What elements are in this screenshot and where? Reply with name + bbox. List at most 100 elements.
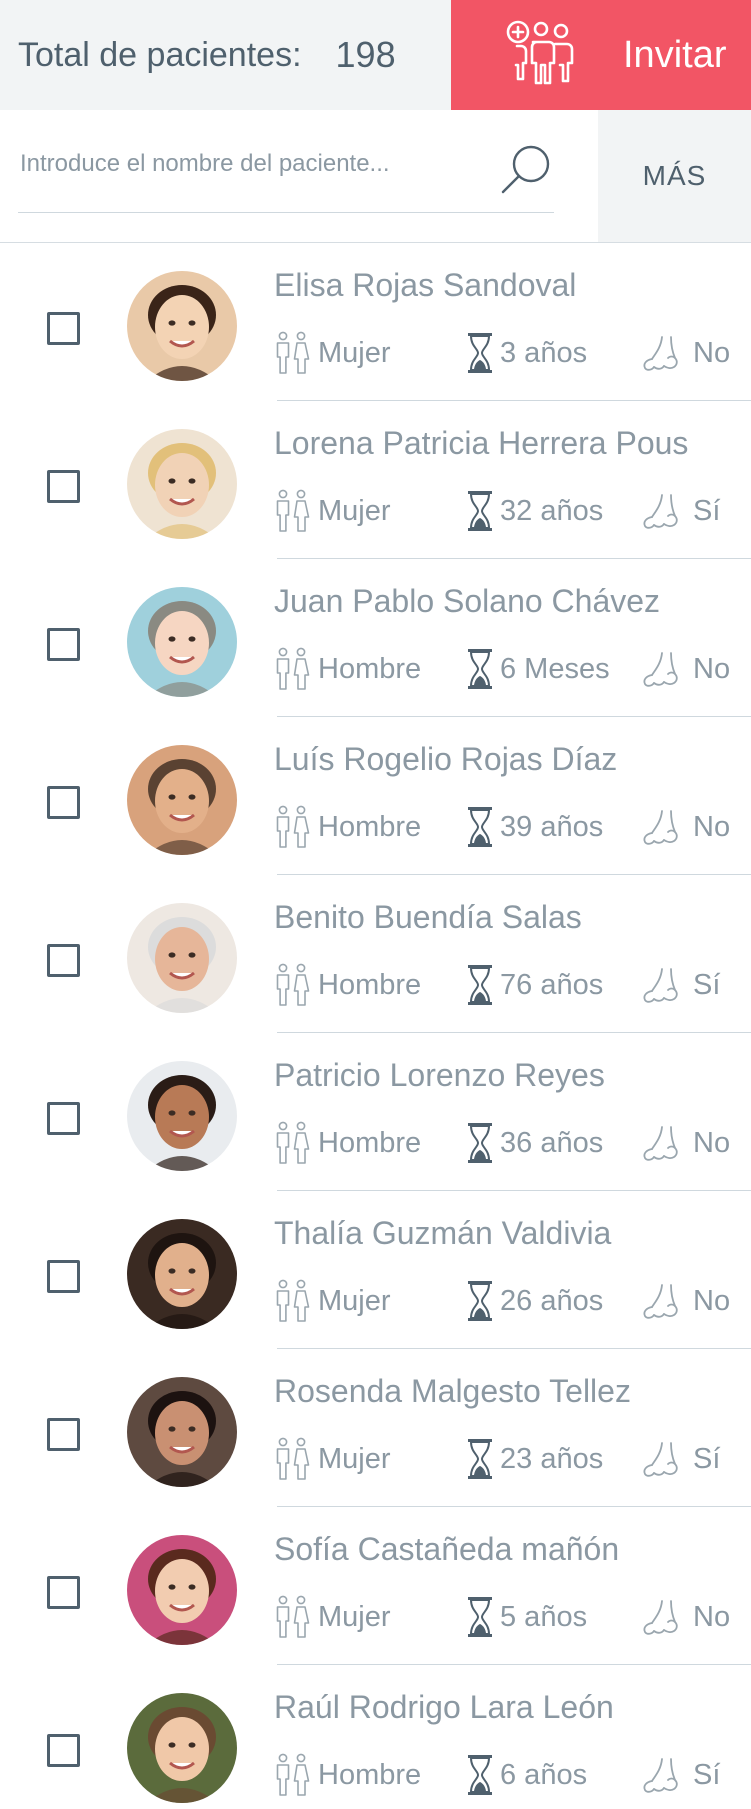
patient-gender: Hombre xyxy=(274,645,421,693)
avatar-photo xyxy=(127,1061,237,1171)
hourglass-icon xyxy=(468,807,492,847)
age-value: 3 años xyxy=(500,336,588,369)
hourglass-icon xyxy=(468,649,492,689)
gender-value: Mujer xyxy=(318,1442,391,1475)
hourglass-icon xyxy=(468,1755,492,1795)
patient-checkbox[interactable] xyxy=(47,1734,80,1767)
nose-icon xyxy=(643,336,678,371)
gender-value: Mujer xyxy=(318,1284,391,1317)
patient-checkbox[interactable] xyxy=(47,628,80,661)
gender-icon xyxy=(276,1279,310,1322)
invite-button[interactable]: Invitar xyxy=(451,0,751,110)
patient-allergy: Sí xyxy=(641,961,720,1009)
patient-checkbox[interactable] xyxy=(47,786,80,819)
gender-value: Mujer xyxy=(318,494,391,527)
gender-icon xyxy=(276,331,310,374)
patient-name: Benito Buendía Salas xyxy=(274,899,582,935)
allergy-value: No xyxy=(693,1284,731,1317)
allergy-value: Sí xyxy=(693,1442,721,1475)
patient-row[interactable]: Thalía Guzmán Valdivia Mujer 26 años No xyxy=(0,1191,751,1349)
patient-name: Raúl Rodrigo Lara León xyxy=(274,1689,614,1725)
hourglass-icon xyxy=(468,491,492,531)
patient-gender: Mujer xyxy=(274,1435,391,1483)
age-value: 23 años xyxy=(500,1442,604,1475)
gender-value: Hombre xyxy=(318,1758,422,1791)
patient-row[interactable]: Sofía Castañeda mañón Mujer 5 años No xyxy=(0,1507,751,1665)
search-field xyxy=(18,110,554,213)
nose-icon xyxy=(643,652,678,687)
hourglass-icon xyxy=(468,1597,492,1637)
allergy-value: No xyxy=(693,810,731,843)
more-button[interactable]: MÁS xyxy=(598,110,751,242)
patient-name: Patricio Lorenzo Reyes xyxy=(274,1057,605,1093)
age-value: 39 años xyxy=(500,810,604,843)
patient-gender: Mujer xyxy=(274,1593,391,1641)
patient-row[interactable]: Elisa Rojas Sandoval Mujer 3 años No xyxy=(0,243,751,401)
add-patients-icon xyxy=(506,20,574,85)
patient-checkbox[interactable] xyxy=(47,1418,80,1451)
search-input[interactable] xyxy=(20,144,490,184)
patient-name: Thalía Guzmán Valdivia xyxy=(274,1215,612,1251)
patient-checkbox[interactable] xyxy=(47,1260,80,1293)
patient-checkbox[interactable] xyxy=(47,944,80,977)
gender-icon xyxy=(276,647,310,690)
patient-age: 6 años xyxy=(466,1751,587,1799)
patient-age: 23 años xyxy=(466,1435,603,1483)
allergy-value: No xyxy=(693,1126,731,1159)
patient-checkbox[interactable] xyxy=(47,312,80,345)
patient-allergy: Sí xyxy=(641,1751,720,1799)
hourglass-icon xyxy=(468,333,492,373)
gender-value: Hombre xyxy=(318,968,422,1001)
hourglass-icon xyxy=(468,965,492,1005)
patient-avatar xyxy=(127,587,237,697)
age-value: 5 años xyxy=(500,1600,588,1633)
patient-allergy: No xyxy=(641,803,730,851)
allergy-value: Sí xyxy=(693,1758,721,1791)
gender-icon xyxy=(276,963,310,1006)
avatar-photo xyxy=(127,587,237,697)
avatar-photo xyxy=(127,271,237,381)
patient-checkbox[interactable] xyxy=(47,1102,80,1135)
patient-age: 76 años xyxy=(466,961,603,1009)
nose-icon xyxy=(643,494,678,529)
age-value: 6 años xyxy=(500,1758,588,1791)
patient-avatar xyxy=(127,1535,237,1645)
nose-icon xyxy=(643,1600,678,1635)
allergy-value: No xyxy=(693,336,731,369)
patient-avatar xyxy=(127,903,237,1013)
patient-row[interactable]: Rosenda Malgesto Tellez Mujer 23 años Sí xyxy=(0,1349,751,1507)
patient-name: Sofía Castañeda mañón xyxy=(274,1531,620,1567)
gender-icon xyxy=(276,805,310,848)
patient-row[interactable]: Lorena Patricia Herrera Pous Mujer 32 añ… xyxy=(0,401,751,559)
allergy-value: Sí xyxy=(693,494,721,527)
hourglass-icon xyxy=(468,1439,492,1479)
age-value: 26 años xyxy=(500,1284,604,1317)
patient-checkbox[interactable] xyxy=(47,1576,80,1609)
hourglass-icon xyxy=(468,1123,492,1163)
patient-gender: Mujer xyxy=(274,1277,391,1325)
patient-gender: Hombre xyxy=(274,1119,421,1167)
age-value: 36 años xyxy=(500,1126,604,1159)
search-icon[interactable] xyxy=(500,142,554,196)
patient-avatar xyxy=(127,1693,237,1803)
patient-gender: Mujer xyxy=(274,487,391,535)
nose-icon xyxy=(643,1758,678,1793)
gender-icon xyxy=(276,489,310,532)
patient-row[interactable]: Juan Pablo Solano Chávez Hombre 6 Meses xyxy=(0,559,751,717)
patient-avatar xyxy=(127,1061,237,1171)
patient-age: 5 años xyxy=(466,1593,587,1641)
patient-row[interactable]: Benito Buendía Salas Hombre 76 años Sí xyxy=(0,875,751,1033)
nose-icon xyxy=(643,968,678,1003)
invite-label: Invitar xyxy=(623,33,727,76)
patient-row[interactable]: Patricio Lorenzo Reyes Hombre 36 años No xyxy=(0,1033,751,1191)
patient-gender: Hombre xyxy=(274,803,421,851)
avatar-photo xyxy=(127,1535,237,1645)
avatar-photo xyxy=(127,745,237,855)
patient-row[interactable]: Raúl Rodrigo Lara León Hombre 6 años Sí xyxy=(0,1665,751,1809)
total-count: 198 xyxy=(335,34,396,75)
patient-age: 6 Meses xyxy=(466,645,610,693)
patient-avatar xyxy=(127,1219,237,1329)
patient-row[interactable]: Luís Rogelio Rojas Díaz Hombre 39 años N… xyxy=(0,717,751,875)
patient-checkbox[interactable] xyxy=(47,470,80,503)
patient-name: Juan Pablo Solano Chávez xyxy=(274,583,661,619)
